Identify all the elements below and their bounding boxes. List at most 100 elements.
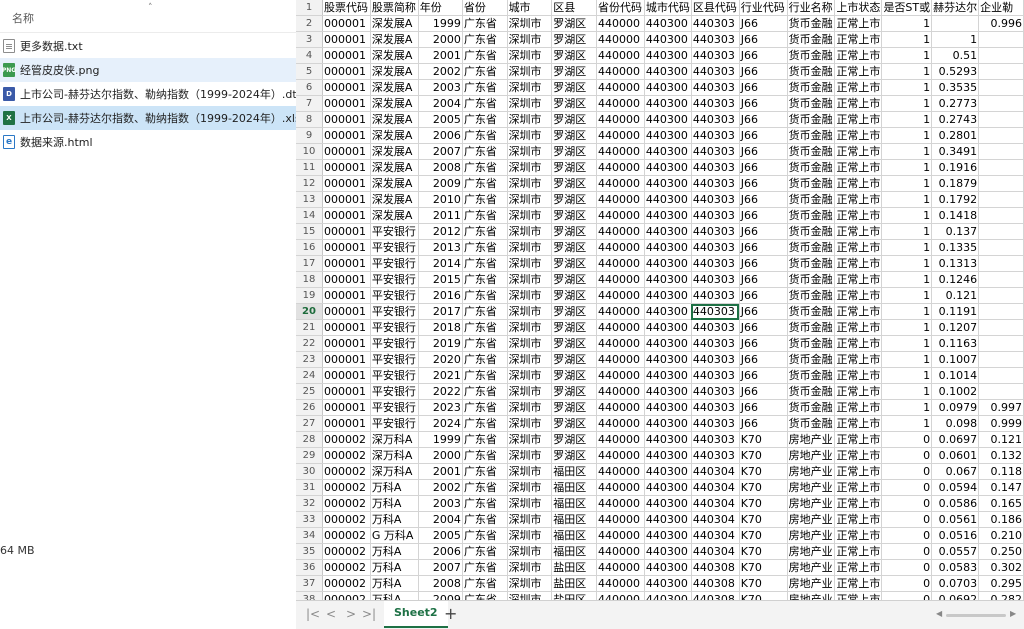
table-cell[interactable]: 货币金融 — [787, 319, 836, 336]
scroll-left-icon[interactable]: ◀ — [936, 609, 942, 618]
table-cell[interactable]: 货币金融 — [787, 63, 836, 80]
table-cell[interactable]: 深圳市 — [507, 239, 553, 256]
table-cell[interactable]: 0.165 — [978, 495, 1024, 512]
table-cell[interactable]: 广东省 — [462, 79, 508, 96]
table-cell[interactable]: 0.0594 — [931, 479, 980, 496]
table-cell[interactable]: 0 — [881, 575, 933, 592]
table-cell[interactable]: 000001 — [322, 191, 371, 208]
table-cell[interactable]: 广东省 — [462, 175, 508, 192]
table-cell[interactable]: 1 — [881, 159, 933, 176]
table-cell[interactable]: 广东省 — [462, 399, 508, 416]
table-cell[interactable]: 0.2743 — [931, 111, 980, 128]
table-cell[interactable]: 0.210 — [978, 527, 1024, 544]
table-cell[interactable]: 正常上市 — [834, 447, 883, 464]
table-cell[interactable]: 0.0697 — [931, 431, 980, 448]
table-cell[interactable] — [978, 111, 1024, 128]
table-cell[interactable]: 广东省 — [462, 351, 508, 368]
table-cell[interactable]: 440000 — [596, 463, 645, 480]
table-cell[interactable]: 440303 — [691, 111, 740, 128]
table-cell[interactable]: 深发展A — [370, 31, 419, 48]
table-cell[interactable]: 440304 — [691, 479, 740, 496]
table-cell[interactable]: 2007 — [418, 143, 463, 160]
row-number[interactable]: 10 — [296, 143, 324, 160]
table-cell[interactable]: 440303 — [691, 143, 740, 160]
table-cell[interactable]: 0.0703 — [931, 575, 980, 592]
table-cell[interactable]: 房地产业 — [787, 511, 836, 528]
table-cell[interactable]: 福田区 — [551, 511, 597, 528]
table-cell[interactable]: 440000 — [596, 159, 645, 176]
table-cell[interactable]: 万科A — [370, 543, 419, 560]
table-cell[interactable]: 罗湖区 — [551, 415, 597, 432]
table-cell[interactable] — [978, 79, 1024, 96]
row-number[interactable]: 38 — [296, 591, 324, 600]
table-cell[interactable]: 正常上市 — [834, 415, 883, 432]
table-cell[interactable]: 万科A — [370, 495, 419, 512]
table-cell[interactable]: 深圳市 — [507, 575, 553, 592]
table-cell[interactable]: 1 — [881, 223, 933, 240]
table-cell[interactable]: 440300 — [644, 159, 692, 176]
table-cell[interactable]: 广东省 — [462, 335, 508, 352]
table-cell[interactable]: 广东省 — [462, 143, 508, 160]
table-cell[interactable]: 货币金融 — [787, 415, 836, 432]
table-cell[interactable]: 平安银行 — [370, 239, 419, 256]
table-cell[interactable]: 正常上市 — [834, 575, 883, 592]
table-cell[interactable]: 440300 — [644, 447, 692, 464]
table-cell[interactable]: 深圳市 — [507, 271, 553, 288]
table-cell[interactable]: J66 — [739, 15, 788, 32]
table-cell[interactable]: 440300 — [644, 287, 692, 304]
table-cell[interactable]: 440300 — [644, 591, 692, 600]
table-cell[interactable]: 货币金融 — [787, 239, 836, 256]
table-cell[interactable]: 广东省 — [462, 511, 508, 528]
sheet-tab-sheet2[interactable]: Sheet2 — [384, 601, 448, 628]
table-cell[interactable]: 0.2773 — [931, 95, 980, 112]
table-cell[interactable]: 罗湖区 — [551, 111, 597, 128]
row-number[interactable]: 27 — [296, 415, 324, 432]
table-cell[interactable]: 000001 — [322, 287, 371, 304]
table-cell[interactable]: 0.5293 — [931, 63, 980, 80]
table-cell[interactable]: 0.0561 — [931, 511, 980, 528]
column-header-cell[interactable]: 行业名称 — [787, 0, 836, 16]
table-cell[interactable]: 440303 — [691, 431, 740, 448]
table-cell[interactable]: 440000 — [596, 127, 645, 144]
row-number[interactable]: 19 — [296, 287, 324, 304]
table-cell[interactable]: 440300 — [644, 335, 692, 352]
table-cell[interactable]: 0 — [881, 543, 933, 560]
table-cell[interactable]: 1 — [881, 47, 933, 64]
table-cell[interactable]: 深圳市 — [507, 399, 553, 416]
table-cell[interactable]: 000002 — [322, 495, 371, 512]
table-cell[interactable]: 货币金融 — [787, 127, 836, 144]
table-cell[interactable]: 正常上市 — [834, 191, 883, 208]
table-cell[interactable]: 广东省 — [462, 495, 508, 512]
table-cell[interactable]: 正常上市 — [834, 287, 883, 304]
table-cell[interactable]: 平安银行 — [370, 319, 419, 336]
table-cell[interactable]: 罗湖区 — [551, 15, 597, 32]
table-cell[interactable]: 440000 — [596, 255, 645, 272]
file-item[interactable]: 更多数据.txt — [0, 34, 296, 58]
table-cell[interactable]: 440300 — [644, 207, 692, 224]
table-cell[interactable]: 0.1879 — [931, 175, 980, 192]
table-cell[interactable]: 广东省 — [462, 111, 508, 128]
table-cell[interactable] — [978, 271, 1024, 288]
table-cell[interactable]: J66 — [739, 287, 788, 304]
table-cell[interactable]: 房地产业 — [787, 559, 836, 576]
table-cell[interactable]: 0 — [881, 511, 933, 528]
row-number[interactable]: 32 — [296, 495, 324, 512]
table-cell[interactable]: 000001 — [322, 63, 371, 80]
table-cell[interactable]: 深圳市 — [507, 223, 553, 240]
table-cell[interactable]: 1 — [881, 15, 933, 32]
table-cell[interactable]: 000001 — [322, 367, 371, 384]
table-cell[interactable]: 440000 — [596, 335, 645, 352]
column-header-cell[interactable]: 赫芬达尔 — [931, 0, 980, 16]
table-cell[interactable]: 广东省 — [462, 463, 508, 480]
table-cell[interactable]: 正常上市 — [834, 95, 883, 112]
table-cell[interactable]: 440303 — [691, 63, 740, 80]
table-cell[interactable]: 0.0586 — [931, 495, 980, 512]
table-cell[interactable]: 440300 — [644, 431, 692, 448]
table-cell[interactable] — [978, 303, 1024, 320]
table-cell[interactable]: 440000 — [596, 527, 645, 544]
table-cell[interactable]: 440303 — [691, 159, 740, 176]
table-cell[interactable]: 深圳市 — [507, 543, 553, 560]
table-cell[interactable]: 440303 — [691, 367, 740, 384]
table-cell[interactable]: 正常上市 — [834, 79, 883, 96]
table-cell[interactable]: 2008 — [418, 159, 463, 176]
